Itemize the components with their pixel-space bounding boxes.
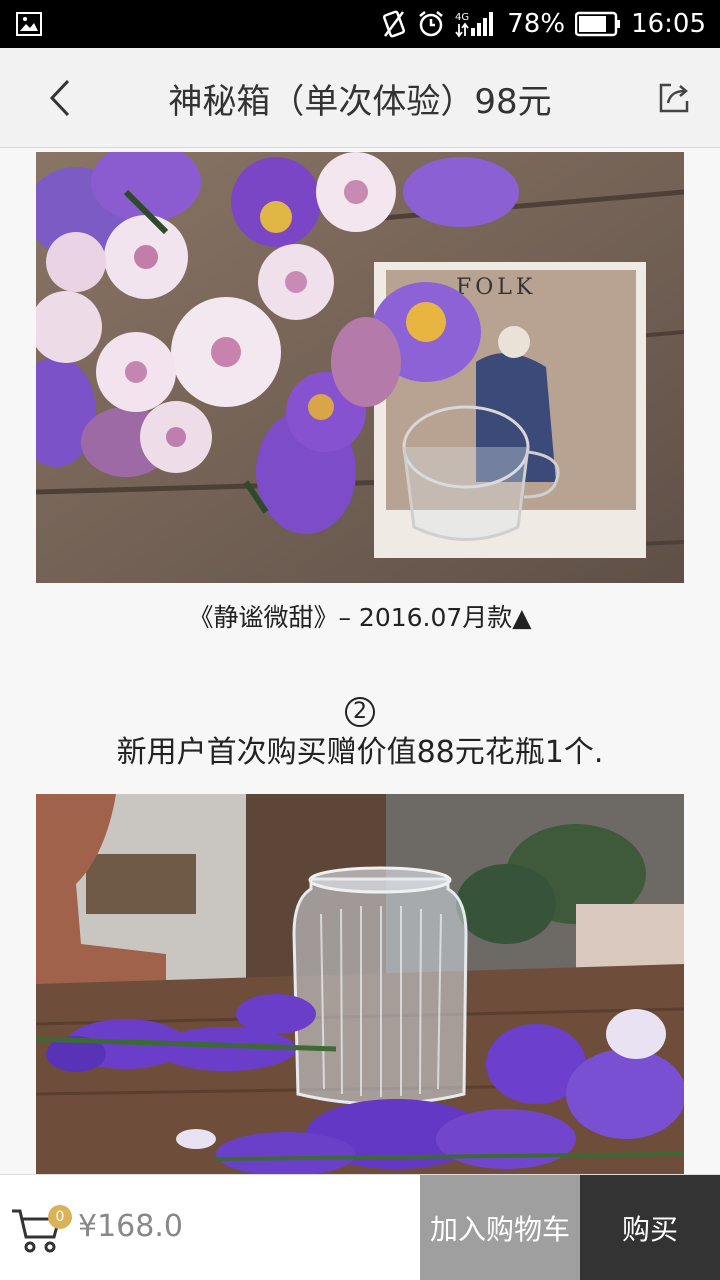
bouquet-photo: FOLK xyxy=(36,152,684,583)
step-number-circle: 2 xyxy=(345,697,375,727)
alarm-icon xyxy=(417,10,445,38)
purchase-bar: 0 ¥168.0 加入购物车 购买 xyxy=(0,1174,720,1280)
signal-icon: 4G xyxy=(455,10,497,38)
vibrate-icon xyxy=(381,10,407,38)
navigation-header: 神秘箱（单次体验）98元 xyxy=(0,48,720,148)
chevron-left-icon xyxy=(49,79,70,117)
bouquet-caption: 《静谧微甜》– 2016.07月款▲ xyxy=(188,603,532,632)
network-type: 4G xyxy=(455,12,469,23)
buy-button[interactable]: 购买 xyxy=(580,1175,720,1280)
product-detail-content[interactable]: FOLK 《静谧微甜》– 2016.07月款▲ 2 新用户首次购买赠价值88元花… xyxy=(0,149,720,1174)
add-to-cart-button[interactable]: 加入购物车 xyxy=(420,1175,580,1280)
step-number: 2 xyxy=(0,692,720,727)
page-title: 神秘箱（单次体验）98元 xyxy=(168,82,552,122)
back-button[interactable] xyxy=(40,76,80,120)
promo-text: 新用户首次购买赠价值88元花瓶1个. xyxy=(116,735,604,770)
gallery-notification-icon xyxy=(16,12,42,36)
battery-percent: 78% xyxy=(507,9,566,39)
clock-time: 16:05 xyxy=(631,9,706,39)
status-bar: 4G 78% 16:05 xyxy=(0,0,720,48)
share-icon xyxy=(659,83,689,113)
vase-photo xyxy=(36,794,684,1174)
svg-text:FOLK: FOLK xyxy=(456,275,536,300)
share-button[interactable] xyxy=(654,78,694,118)
cart-count-badge: 0 xyxy=(48,1205,72,1229)
battery-icon xyxy=(575,11,621,37)
total-price: ¥168.0 xyxy=(78,1209,183,1244)
